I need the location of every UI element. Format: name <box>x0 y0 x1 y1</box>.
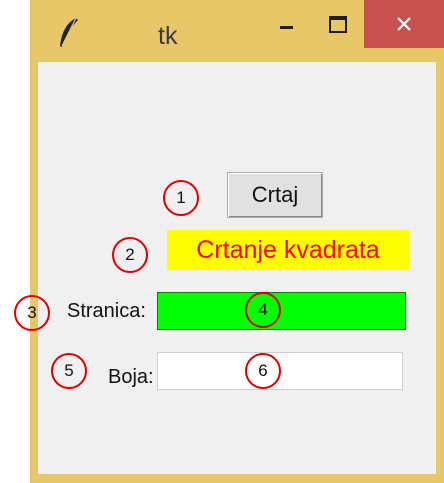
client-area: Crtaj Crtanje kvadrata Stranica: Boja: <box>38 62 436 474</box>
marker-4: 4 <box>245 292 281 328</box>
close-button[interactable] <box>364 0 444 48</box>
marker-6: 6 <box>245 353 281 389</box>
maximize-icon <box>329 15 347 33</box>
window-title: tk <box>158 22 178 50</box>
stranica-label: Stranica: <box>67 300 146 322</box>
close-icon <box>397 17 411 31</box>
tk-window: tk Crtaj Crtanje kvadrata Stranica: Boja… <box>30 0 444 483</box>
maximize-button[interactable] <box>312 0 364 48</box>
marker-3: 3 <box>14 295 50 331</box>
marker-1: 1 <box>163 180 199 216</box>
heading-label: Crtanje kvadrata <box>167 230 409 270</box>
marker-5: 5 <box>51 353 87 389</box>
marker-2: 2 <box>112 237 148 273</box>
boja-label: Boja: <box>108 366 154 388</box>
minimize-icon <box>279 25 293 29</box>
feather-icon <box>60 17 78 47</box>
minimize-button[interactable] <box>260 0 312 48</box>
title-bar[interactable]: tk <box>30 0 444 62</box>
stranica-entry[interactable] <box>157 292 406 330</box>
crtaj-button[interactable]: Crtaj <box>227 172 323 218</box>
